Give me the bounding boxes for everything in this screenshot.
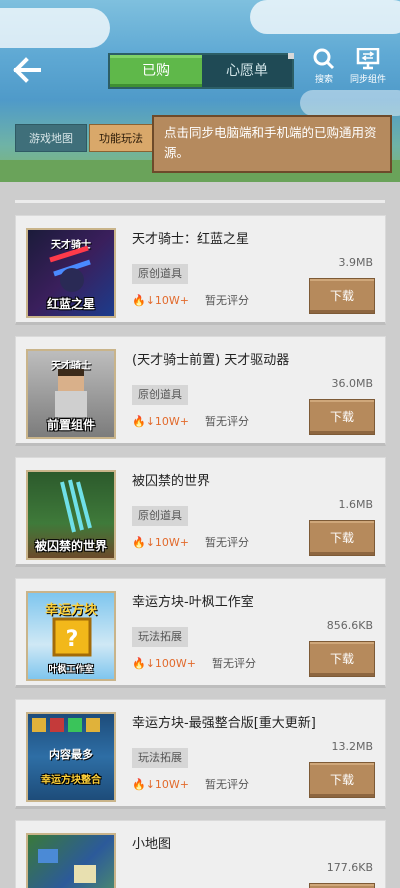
item-rating: 暂无评分 [205,778,250,791]
tab-wishlist[interactable]: 心愿单 [202,55,292,87]
item-downloads: 10W+ [154,536,190,549]
item-category-tag: 原创道具 [132,506,188,526]
flame-icon: 🔥↓ [132,657,155,670]
item-category-tag: 原创道具 [132,385,188,405]
item-size: 177.6KB [326,861,373,874]
item-size: 36.0MB [331,377,373,390]
list-item[interactable]: 被囚禁的世界 被囚禁的世界 1.6MB 原创道具 🔥↓10W+ 暂无评分 下载 [15,457,386,567]
item-rating: 暂无评分 [205,294,250,307]
cloud-decoration [300,90,400,116]
item-size: 13.2MB [331,740,373,753]
download-button[interactable]: 下载 [309,278,375,314]
item-rating: 暂无评分 [205,536,250,549]
item-name: 幸运方块-叶枫工作室 [132,595,254,610]
item-name: (天才骑士前置) 天才驱动器 [132,353,290,368]
item-category-tag: 玩法拓展 [132,627,188,647]
list-item[interactable]: 小地图 177.6KB 下载 [15,820,386,888]
download-button[interactable]: 下载 [309,399,375,435]
item-name: 天才骑士：红蓝之星 [132,232,250,247]
download-button[interactable]: 下载 [309,641,375,677]
sync-button[interactable]: 同步组件 [346,48,390,85]
item-stats: 🔥↓10W+ 暂无评分 [132,413,249,429]
download-button[interactable]: 下载 [309,520,375,556]
thumb-title-text: 红蓝之星 [46,297,95,311]
list-item[interactable]: 幸运方块 ? 叶枫工作室 幸运方块-叶枫工作室 856.6KB 玩法拓展 🔥↓1… [15,578,386,688]
item-downloads: 100W+ [154,657,197,670]
block-grid-icon [32,718,100,732]
item-size: 856.6KB [326,619,373,632]
item-stats: 🔥↓10W+ 暂无评分 [132,292,249,308]
back-arrow-icon [13,57,41,83]
list-item[interactable]: 内容最多 幸运方块整合 幸运方块-最强整合版[重大更新] 13.2MB 玩法拓展… [15,699,386,809]
item-rating: 暂无评分 [205,415,250,428]
item-downloads: 10W+ [154,294,190,307]
thumb-title-text: 幸运方块整合 [41,775,101,786]
panel-divider [15,200,385,203]
purchased-list-panel: 天才骑士 红蓝之星 天才骑士：红蓝之星 3.9MB 原创道具 🔥↓10W+ 暂无评… [0,182,400,888]
svg-text:?: ? [66,627,79,652]
purchase-tab-bar: 已购 心愿单 [108,53,294,89]
item-stats: 🔥↓100W+ 暂无评分 [132,655,256,671]
flame-icon: 🔥↓ [132,415,155,428]
search-icon [313,48,335,70]
item-thumbnail: 天才骑士 红蓝之星 [26,228,116,318]
flame-icon: 🔥↓ [132,294,155,307]
item-size: 3.9MB [338,256,373,269]
item-thumbnail: 被囚禁的世界 [26,470,116,560]
cloud-decoration [0,8,110,48]
item-stats: 🔥↓10W+ 暂无评分 [132,534,249,550]
thumb-title-text: 被囚禁的世界 [34,539,107,553]
sync-monitor-icon [356,48,380,70]
cloud-decoration [250,0,400,34]
flame-icon: 🔥↓ [132,778,155,791]
sync-label: 同步组件 [349,75,386,85]
tab-bar-corner [288,53,294,59]
list-item[interactable]: 天才骑士 前置组件 (天才骑士前置) 天才驱动器 36.0MB 原创道具 🔥↓1… [15,336,386,446]
item-downloads: 10W+ [154,778,190,791]
item-category-tag: 玩法拓展 [132,748,188,768]
item-name: 被囚禁的世界 [132,474,211,489]
item-thumbnail: 幸运方块 ? 叶枫工作室 [26,591,116,681]
search-button[interactable]: 搜索 [310,48,338,85]
filter-game-map[interactable]: 游戏地图 [15,124,87,152]
item-size: 1.6MB [338,498,373,511]
item-thumbnail: 天才骑士 前置组件 [26,349,116,439]
map-icon [38,849,96,883]
item-rating: 暂无评分 [212,657,257,670]
search-label: 搜索 [314,75,333,85]
thumb-title-text: 前置组件 [46,418,95,432]
item-name: 幸运方块-最强整合版[重大更新] [132,716,316,731]
item-downloads: 10W+ [154,415,190,428]
filter-function-play[interactable]: 功能玩法 [89,124,153,152]
back-button[interactable] [12,55,44,85]
item-category-tag: 原创道具 [132,264,188,284]
download-button[interactable]: 下载 [309,883,375,888]
sync-tooltip: 点击同步电脑端和手机端的已购通用资源。 [152,115,392,173]
item-thumbnail: 内容最多 幸运方块整合 [26,712,116,802]
item-name: 小地图 [132,837,172,852]
list-item[interactable]: 天才骑士 红蓝之星 天才骑士：红蓝之星 3.9MB 原创道具 🔥↓10W+ 暂无评… [15,215,386,325]
tab-purchased[interactable]: 已购 [110,55,202,87]
flame-icon: 🔥↓ [132,536,155,549]
thumb-title-text: 叶枫工作室 [48,665,94,675]
download-button[interactable]: 下载 [309,762,375,798]
item-stats: 🔥↓10W+ 暂无评分 [132,776,249,792]
tooltip-text: 点击同步电脑端和手机端的已购通用资源。 [164,125,377,160]
item-thumbnail [26,833,116,888]
